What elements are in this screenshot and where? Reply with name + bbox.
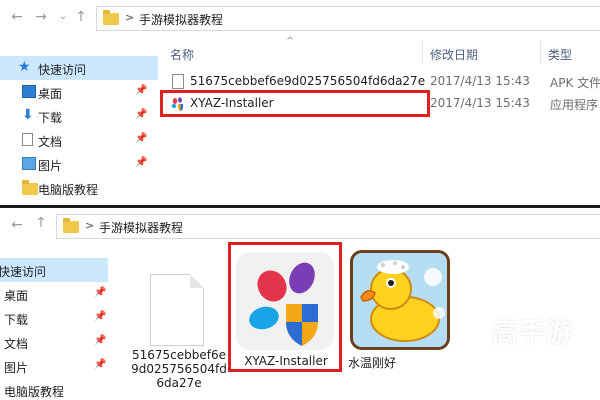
- up-arrow-icon[interactable]: ↑: [74, 10, 88, 24]
- sidebar-item-label: 桌面: [38, 87, 63, 101]
- watermark-subtext: GAOSHOUYOU.COM: [494, 346, 588, 355]
- duck-game-icon: [350, 250, 450, 350]
- sidebar-item-label: 图片: [38, 159, 63, 173]
- file-type: 应用程序: [550, 98, 599, 112]
- sidebar-item-documents[interactable]: 文档 📌: [0, 128, 158, 152]
- file-icon: [150, 274, 204, 346]
- breadcrumb[interactable]: 手游模拟器教程: [99, 219, 183, 236]
- sidebar-item-documents[interactable]: 文档 📌: [0, 330, 108, 354]
- highlight-box: [160, 90, 430, 117]
- pin-icon[interactable]: 📌: [135, 157, 147, 168]
- file-tile-label: 水温刚好: [348, 356, 397, 370]
- folder-icon: [22, 180, 38, 195]
- sidebar-item-quick-access[interactable]: 快速访问: [0, 258, 108, 282]
- download-icon: ⬇: [22, 107, 34, 123]
- chevron-down-icon[interactable]: ⌄: [56, 10, 70, 24]
- sidebar-item-label: 桌面: [4, 289, 29, 303]
- pin-icon[interactable]: 📌: [94, 359, 106, 370]
- pin-icon[interactable]: 📌: [135, 133, 147, 144]
- column-header-name[interactable]: 名称: [170, 46, 194, 63]
- address-bar: ← → ⌄ ↑ > 手游模拟器教程: [0, 0, 600, 34]
- forward-arrow-icon[interactable]: →: [34, 10, 48, 24]
- column-header-date[interactable]: 修改日期: [430, 46, 478, 63]
- sidebar-item-tutorial-folder[interactable]: 电脑版教程: [0, 378, 108, 400]
- sidebar-item-downloads[interactable]: ⬇ 下载 📌: [0, 104, 158, 128]
- breadcrumb-separator-icon: >: [125, 11, 135, 24]
- back-arrow-icon[interactable]: ←: [10, 10, 24, 24]
- folder-icon: [63, 218, 79, 233]
- file-name: 51675cebbef6e9d025756504fd6da27e: [190, 74, 426, 88]
- sidebar-item-pictures[interactable]: 图片 📌: [0, 152, 158, 176]
- sidebar-item-label: 文档: [4, 337, 29, 351]
- sidebar-item-label: 快速访问: [38, 63, 87, 77]
- sidebar-item-label: 快速访问: [0, 265, 47, 279]
- watermark-text: 高手游: [492, 318, 574, 348]
- pin-icon[interactable]: 📌: [94, 311, 106, 322]
- pin-icon[interactable]: 📌: [135, 85, 147, 96]
- up-arrow-icon[interactable]: ↑: [34, 216, 48, 230]
- address-bar: ← ↑ > 手游模拟器教程: [0, 208, 600, 242]
- folder-icon: [103, 10, 119, 25]
- highlight-box: [228, 242, 342, 372]
- sidebar-item-desktop[interactable]: 桌面 📌: [0, 282, 108, 306]
- column-divider: [540, 40, 541, 64]
- sidebar-item-desktop[interactable]: 桌面 📌: [0, 80, 158, 104]
- pin-icon[interactable]: 📌: [94, 335, 106, 346]
- gaoshouyou-logo-icon: [458, 312, 488, 342]
- breadcrumb-separator-icon: >: [85, 219, 95, 232]
- bottom-explorer-window: ← ↑ > 手游模拟器教程 快速访问 桌面 📌 下载 📌 文档 📌 图片 📌 电…: [0, 208, 600, 400]
- watermark-logo: 高手游 GAOSHOUYOU.COM: [458, 308, 598, 368]
- star-icon: ★: [18, 59, 31, 75]
- back-arrow-icon[interactable]: ←: [10, 218, 24, 232]
- column-divider: [422, 40, 423, 64]
- sidebar-item-label: 电脑版教程: [4, 385, 65, 399]
- sidebar-item-label: 下载: [38, 111, 63, 125]
- pin-icon[interactable]: 📌: [94, 287, 106, 298]
- sidebar-item-label: 电脑版教程: [38, 183, 99, 197]
- file-type: APK 文件: [550, 76, 600, 90]
- sidebar-item-label: 图片: [4, 361, 29, 375]
- breadcrumb[interactable]: 手游模拟器教程: [139, 11, 223, 28]
- address-box[interactable]: > 手游模拟器教程: [96, 6, 600, 31]
- desktop-icon: [22, 85, 36, 98]
- file-tile-label: 51675cebbef6e9d025756504fd6da27e: [131, 348, 227, 390]
- column-header-type[interactable]: 类型: [548, 46, 572, 63]
- sidebar-item-label: 下载: [4, 313, 29, 327]
- document-icon: [22, 133, 33, 146]
- file-date: 2017/4/13 15:43: [430, 74, 530, 88]
- sidebar-item-tutorial-folder[interactable]: 电脑版教程: [0, 176, 158, 200]
- sidebar-item-quick-access[interactable]: ★ 快速访问: [0, 56, 158, 80]
- address-box[interactable]: > 手游模拟器教程: [56, 214, 600, 239]
- file-tile[interactable]: 水温刚好: [348, 248, 458, 372]
- sidebar-item-pictures[interactable]: 图片 📌: [0, 354, 108, 378]
- file-date: 2017/4/13 15:43: [430, 96, 530, 110]
- sort-up-icon: ^: [286, 36, 295, 47]
- pictures-icon: [22, 157, 36, 170]
- file-tile[interactable]: 51675cebbef6e9d025756504fd6da27e: [130, 252, 228, 400]
- sidebar-item-downloads[interactable]: 下载 📌: [0, 306, 108, 330]
- top-explorer-window: ← → ⌄ ↑ > 手游模拟器教程 ★ 快速访问 桌面 📌 ⬇ 下载 📌 文档 …: [0, 0, 600, 208]
- file-icon: [172, 74, 184, 89]
- pin-icon[interactable]: 📌: [135, 109, 147, 120]
- sidebar-item-label: 文档: [38, 135, 63, 149]
